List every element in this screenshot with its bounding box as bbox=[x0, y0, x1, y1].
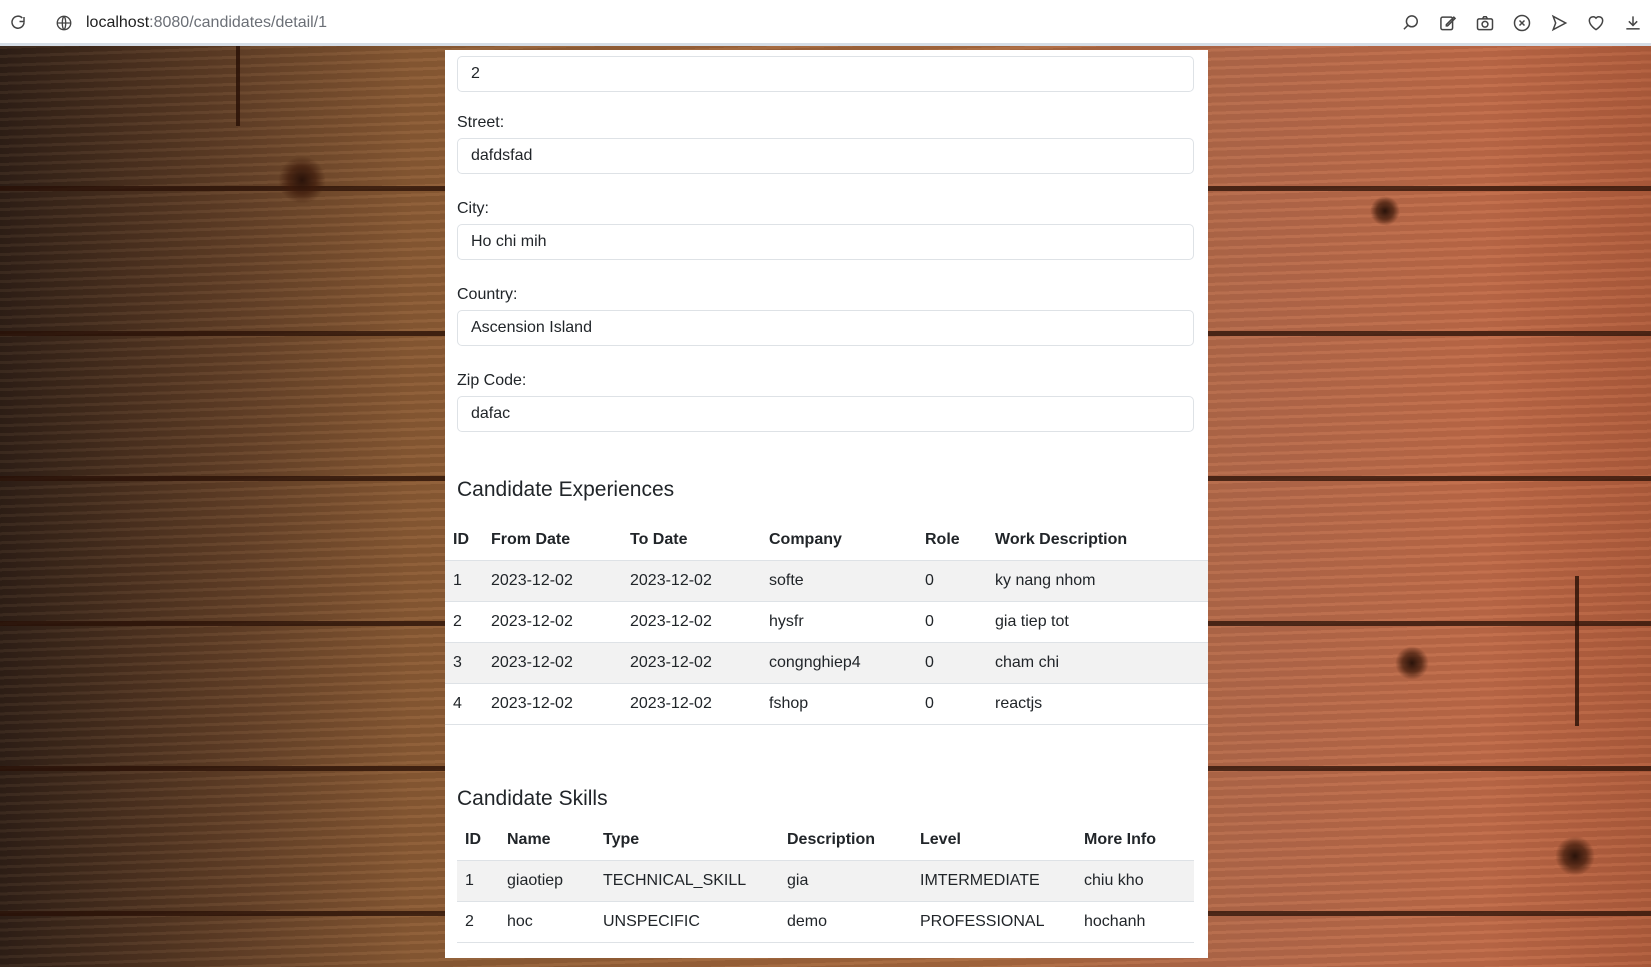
table-row: 1 giaotiep TECHNICAL_SKILL gia IMTERMEDI… bbox=[457, 860, 1194, 902]
table-cell: 1 bbox=[445, 560, 491, 602]
table-cell: 4 bbox=[445, 683, 491, 725]
table-cell: softe bbox=[769, 560, 925, 602]
city-label: City: bbox=[457, 200, 489, 217]
column-header: Description bbox=[787, 831, 876, 848]
search-page-icon[interactable] bbox=[1399, 11, 1423, 35]
column-header: More Info bbox=[1084, 831, 1156, 848]
table-row: 2 hoc UNSPECIFIC demo PROFESSIONAL hocha… bbox=[457, 901, 1194, 943]
table-row: 1 2023-12-02 2023-12-02 softe 0 ky nang … bbox=[445, 560, 1208, 602]
table-cell: demo bbox=[787, 901, 920, 943]
reload-icon[interactable] bbox=[8, 13, 28, 33]
skills-title: Candidate Skills bbox=[457, 787, 608, 810]
skills-table: ID Name Type Description Level More Info… bbox=[457, 820, 1194, 943]
table-cell: giaotiep bbox=[507, 860, 603, 902]
candidate-detail-card: 2 Street: dafdsfad City: Ho chi mih Coun… bbox=[445, 50, 1208, 958]
table-cell: gia bbox=[787, 860, 920, 902]
table-cell: chiu kho bbox=[1084, 860, 1194, 902]
url-path: :8080/candidates/detail/1 bbox=[149, 14, 328, 31]
table-cell: ky nang nhom bbox=[995, 560, 1208, 602]
table-cell: hoc bbox=[507, 901, 603, 943]
table-header-row: ID Name Type Description Level More Info bbox=[457, 820, 1194, 861]
country-field[interactable]: Ascension Island bbox=[457, 310, 1194, 346]
table-cell: congnghiep4 bbox=[769, 642, 925, 684]
table-cell: 0 bbox=[925, 601, 995, 643]
table-row: 3 2023-12-02 2023-12-02 congnghiep4 0 ch… bbox=[445, 642, 1208, 684]
table-row: 2 2023-12-02 2023-12-02 hysfr 0 gia tiep… bbox=[445, 601, 1208, 643]
column-header: Level bbox=[920, 831, 961, 848]
url-host: localhost bbox=[86, 14, 150, 31]
table-cell: 2023-12-02 bbox=[491, 683, 630, 725]
table-cell: 2023-12-02 bbox=[630, 683, 769, 725]
table-cell: TECHNICAL_SKILL bbox=[603, 860, 787, 902]
table-row: 4 2023-12-02 2023-12-02 fshop 0 reactjs bbox=[445, 683, 1208, 725]
edit-icon[interactable] bbox=[1436, 11, 1460, 35]
wood-knot bbox=[278, 156, 326, 204]
table-cell: 1 bbox=[457, 860, 507, 902]
column-header: Name bbox=[507, 831, 551, 848]
number-field[interactable]: 2 bbox=[457, 56, 1194, 92]
table-cell: 0 bbox=[925, 683, 995, 725]
site-info-icon[interactable] bbox=[54, 13, 74, 33]
download-icon[interactable] bbox=[1621, 11, 1645, 35]
heart-icon[interactable] bbox=[1584, 11, 1608, 35]
zip-code-field[interactable]: dafac bbox=[457, 396, 1194, 432]
table-cell: 3 bbox=[445, 642, 491, 684]
table-cell: 2023-12-02 bbox=[491, 560, 630, 602]
column-header: Work Description bbox=[995, 531, 1128, 548]
table-cell: PROFESSIONAL bbox=[920, 901, 1084, 943]
table-cell: gia tiep tot bbox=[995, 601, 1208, 643]
table-cell: 2023-12-02 bbox=[630, 601, 769, 643]
table-cell: reactjs bbox=[995, 683, 1208, 725]
send-icon[interactable] bbox=[1547, 11, 1571, 35]
country-label: Country: bbox=[457, 286, 518, 303]
table-cell: cham chi bbox=[995, 642, 1208, 684]
table-cell: fshop bbox=[769, 683, 925, 725]
address-bar[interactable]: localhost:8080/candidates/detail/1 bbox=[86, 13, 327, 33]
column-header: ID bbox=[453, 531, 469, 548]
table-cell: UNSPECIFIC bbox=[603, 901, 787, 943]
table-cell: IMTERMEDIATE bbox=[920, 860, 1084, 902]
experiences-table: ID From Date To Date Company Role Work D… bbox=[445, 520, 1208, 725]
table-cell: 2023-12-02 bbox=[630, 560, 769, 602]
table-cell: 0 bbox=[925, 642, 995, 684]
table-cell: hysfr bbox=[769, 601, 925, 643]
column-header: To Date bbox=[630, 531, 688, 548]
column-header: Role bbox=[925, 531, 960, 548]
table-cell: hochanh bbox=[1084, 901, 1194, 943]
table-cell: 2023-12-02 bbox=[491, 642, 630, 684]
zip-code-label: Zip Code: bbox=[457, 372, 527, 389]
table-header-row: ID From Date To Date Company Role Work D… bbox=[445, 520, 1208, 561]
column-header: Type bbox=[603, 831, 640, 848]
column-header: From Date bbox=[491, 531, 571, 548]
table-cell: 2023-12-02 bbox=[491, 601, 630, 643]
table-cell: 0 bbox=[925, 560, 995, 602]
close-circle-icon[interactable] bbox=[1510, 11, 1534, 35]
browser-toolbar: localhost:8080/candidates/detail/1 bbox=[0, 0, 1651, 46]
table-cell: 2 bbox=[457, 901, 507, 943]
table-cell: 2023-12-02 bbox=[630, 642, 769, 684]
city-field[interactable]: Ho chi mih bbox=[457, 224, 1194, 260]
wood-knot bbox=[1555, 836, 1595, 876]
experiences-title: Candidate Experiences bbox=[457, 478, 675, 501]
column-header: ID bbox=[465, 831, 481, 848]
wood-seam bbox=[1575, 576, 1579, 726]
column-header: Company bbox=[769, 531, 842, 548]
street-field[interactable]: dafdsfad bbox=[457, 138, 1194, 174]
wood-knot bbox=[1370, 196, 1400, 226]
wood-seam bbox=[236, 46, 240, 126]
wood-knot bbox=[1395, 646, 1429, 680]
table-cell: 2 bbox=[445, 601, 491, 643]
street-label: Street: bbox=[457, 114, 505, 131]
camera-icon[interactable] bbox=[1473, 11, 1497, 35]
